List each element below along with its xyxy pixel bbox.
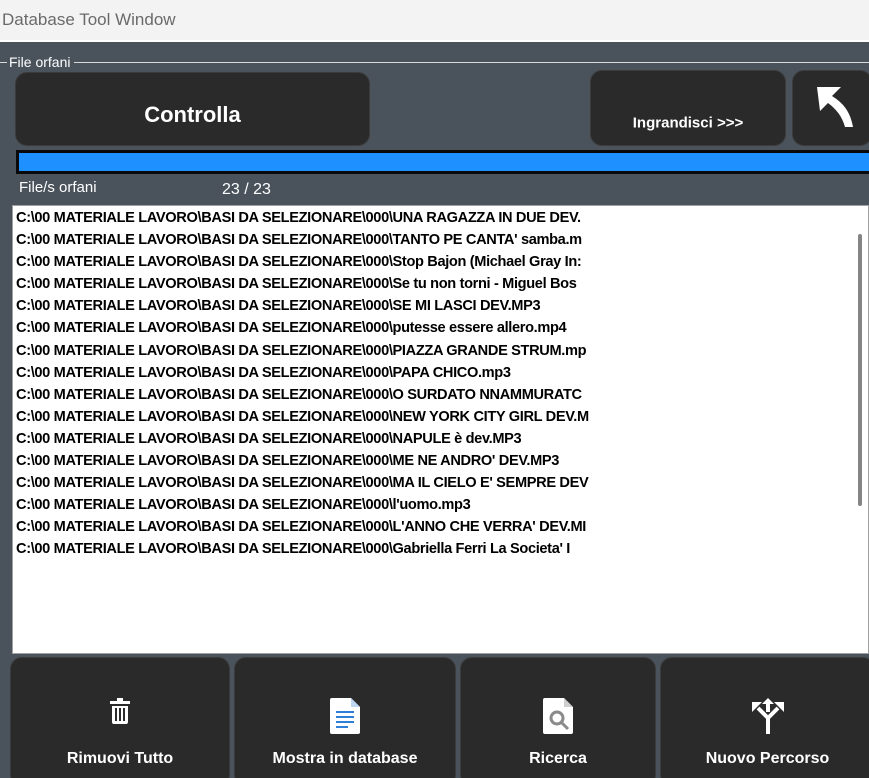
document-icon <box>235 698 455 739</box>
new-path-button[interactable]: Nuovo Percorso <box>660 657 869 778</box>
list-item[interactable]: C:\00 MATERIALE LAVORO\BASI DA SELEZIONA… <box>16 450 850 472</box>
list-item[interactable]: C:\00 MATERIALE LAVORO\BASI DA SELEZIONA… <box>16 538 850 560</box>
window-title: Database Tool Window <box>0 0 869 40</box>
check-button[interactable]: Controlla <box>15 72 370 146</box>
back-button[interactable] <box>792 70 869 146</box>
orphan-files-label: File/s orfani <box>19 179 97 196</box>
orphan-files-count: 23 / 23 <box>222 181 271 198</box>
list-item[interactable]: C:\00 MATERIALE LAVORO\BASI DA SELEZIONA… <box>16 317 850 339</box>
list-item[interactable]: C:\00 MATERIALE LAVORO\BASI DA SELEZIONA… <box>16 340 850 362</box>
enlarge-button-label: Ingrandisci >>> <box>632 114 744 132</box>
list-item[interactable]: C:\00 MATERIALE LAVORO\BASI DA SELEZIONA… <box>16 406 850 428</box>
progress-bar <box>16 150 869 174</box>
main-panel: File orfani Controlla Ingrandisci >>> Fi… <box>0 42 869 778</box>
group-title: File orfani <box>7 52 75 72</box>
list-item[interactable]: C:\00 MATERIALE LAVORO\BASI DA SELEZIONA… <box>16 273 850 295</box>
list-item[interactable]: C:\00 MATERIALE LAVORO\BASI DA SELEZIONA… <box>16 207 850 229</box>
progress-fill <box>19 153 869 171</box>
enlarge-button[interactable]: Ingrandisci >>> <box>590 70 786 146</box>
orphan-files-list[interactable]: C:\00 MATERIALE LAVORO\BASI DA SELEZIONA… <box>12 205 869 654</box>
list-item[interactable]: C:\00 MATERIALE LAVORO\BASI DA SELEZIONA… <box>16 494 850 516</box>
search-document-icon <box>461 698 655 739</box>
new-path-label: Nuovo Percorso <box>705 750 830 767</box>
group-divider <box>0 62 869 63</box>
list-item[interactable]: C:\00 MATERIALE LAVORO\BASI DA SELEZIONA… <box>16 295 850 317</box>
show-in-database-label: Mostra in database <box>272 750 418 767</box>
list-item[interactable]: C:\00 MATERIALE LAVORO\BASI DA SELEZIONA… <box>16 251 850 273</box>
list-item[interactable]: C:\00 MATERIALE LAVORO\BASI DA SELEZIONA… <box>16 516 850 538</box>
list-item[interactable]: C:\00 MATERIALE LAVORO\BASI DA SELEZIONA… <box>16 384 850 406</box>
trash-icon <box>11 698 229 729</box>
scrollbar-thumb[interactable] <box>858 234 862 506</box>
search-label: Ricerca <box>529 750 587 767</box>
search-button[interactable]: Ricerca <box>460 657 656 778</box>
show-in-database-button[interactable]: Mostra in database <box>234 657 456 778</box>
list-items: C:\00 MATERIALE LAVORO\BASI DA SELEZIONA… <box>16 207 850 561</box>
list-item[interactable]: C:\00 MATERIALE LAVORO\BASI DA SELEZIONA… <box>16 229 850 251</box>
remove-all-label: Rimuovi Tutto <box>66 750 174 767</box>
list-item[interactable]: C:\00 MATERIALE LAVORO\BASI DA SELEZIONA… <box>16 362 850 384</box>
vertical-scrollbar[interactable] <box>852 206 868 653</box>
split-path-icon <box>661 698 869 739</box>
list-item[interactable]: C:\00 MATERIALE LAVORO\BASI DA SELEZIONA… <box>16 472 850 494</box>
check-button-label: Controlla <box>144 102 241 127</box>
back-arrow-icon <box>817 87 853 127</box>
remove-all-button[interactable]: Rimuovi Tutto <box>10 657 230 778</box>
list-item[interactable]: C:\00 MATERIALE LAVORO\BASI DA SELEZIONA… <box>16 428 850 450</box>
